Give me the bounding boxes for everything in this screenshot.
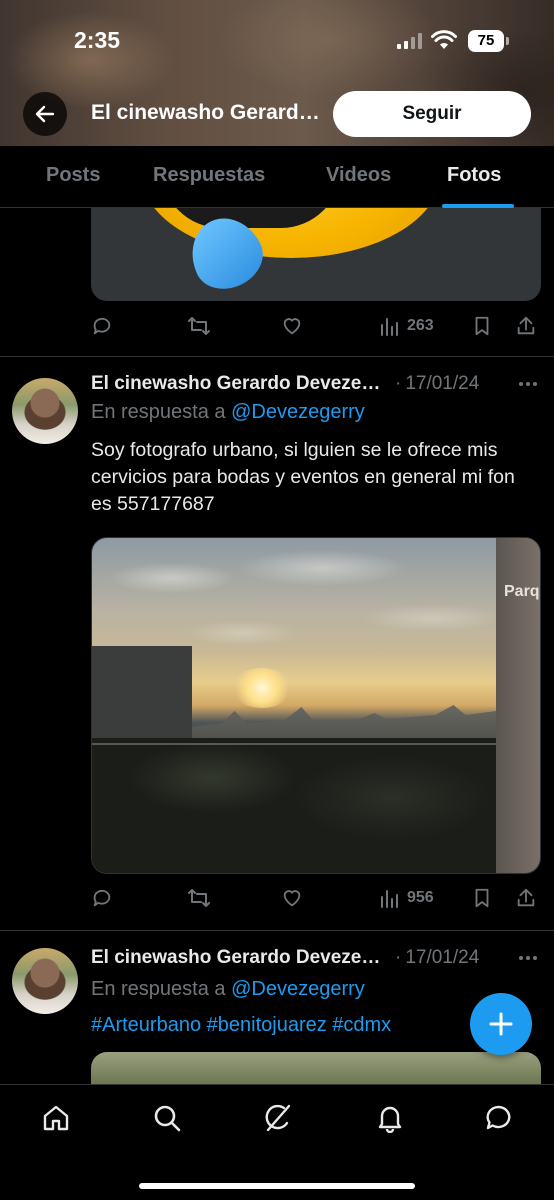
status-bar: 2:35 75 xyxy=(0,0,554,84)
home-indicator[interactable] xyxy=(139,1183,415,1189)
post-header: El cinewasho Gerardo Devezegerry · 17/01… xyxy=(91,944,479,972)
reply-prefix: En respuesta a xyxy=(91,978,226,1000)
heart-icon xyxy=(283,890,301,907)
signal-icon xyxy=(397,33,422,49)
avatar[interactable] xyxy=(12,948,78,1014)
battery-icon: 75 xyxy=(468,30,510,52)
photo-building-sign: Parqu xyxy=(504,583,540,600)
follow-button[interactable]: Seguir xyxy=(333,91,531,137)
reply-context: En respuesta a @Devezegerry xyxy=(91,401,365,424)
more-icon[interactable] xyxy=(516,372,540,396)
tab-photos[interactable]: Fotos xyxy=(447,164,501,187)
post-divider xyxy=(0,930,554,931)
photo-sun xyxy=(232,668,292,708)
avatar[interactable] xyxy=(12,378,78,444)
arrow-left-icon xyxy=(35,105,55,123)
nav-notifications[interactable] xyxy=(373,1101,407,1135)
post-date-separator: · xyxy=(395,373,402,394)
photo-building-left xyxy=(92,646,192,741)
status-time: 2:35 xyxy=(74,27,121,53)
post-photo[interactable]: Parqu xyxy=(91,537,541,874)
grok-icon xyxy=(265,1104,291,1132)
battery-level: 75 xyxy=(468,30,504,52)
bookmark-button[interactable] xyxy=(471,880,493,916)
bookmark-icon xyxy=(475,888,489,908)
author-name[interactable]: El cinewasho Gerardo Devezegerry xyxy=(91,373,391,395)
post-actions: 263 xyxy=(91,308,541,344)
repost-icon xyxy=(188,317,210,335)
repost-button[interactable] xyxy=(187,308,211,344)
profile-tabs: Posts Respuestas Videos Fotos xyxy=(0,146,554,208)
reply-context: En respuesta a @Devezegerry xyxy=(91,978,365,1001)
post-date[interactable]: 17/01/24 xyxy=(405,373,479,395)
like-button[interactable] xyxy=(281,880,303,916)
views-button[interactable]: 263 xyxy=(379,308,434,344)
message-icon xyxy=(486,1105,511,1130)
nav-home[interactable] xyxy=(39,1101,73,1135)
post-photo[interactable] xyxy=(91,1052,541,1084)
search-icon xyxy=(154,1105,181,1132)
repost-icon xyxy=(188,889,210,907)
author-name[interactable]: El cinewasho Gerardo Devezegerry xyxy=(91,947,391,969)
reply-button[interactable] xyxy=(91,308,113,344)
wifi-icon xyxy=(431,30,457,49)
tab-replies[interactable]: Respuestas xyxy=(153,164,265,187)
heart-icon xyxy=(283,318,301,335)
tab-posts[interactable]: Posts xyxy=(46,164,100,187)
compose-button[interactable] xyxy=(470,993,532,1055)
nav-messages[interactable] xyxy=(482,1101,516,1135)
views-icon xyxy=(381,318,398,336)
reply-mention[interactable]: @Devezegerry xyxy=(231,401,365,423)
post-text: Soy fotografo urbano, si lguien se le of… xyxy=(91,439,515,515)
home-icon xyxy=(43,1105,69,1131)
reply-icon xyxy=(93,317,111,335)
share-button[interactable] xyxy=(515,880,537,916)
nav-search[interactable] xyxy=(150,1101,184,1135)
bookmark-button[interactable] xyxy=(471,308,493,344)
post-actions: 956 xyxy=(91,880,541,916)
plus-icon xyxy=(489,1012,513,1036)
share-button[interactable] xyxy=(515,308,537,344)
views-icon xyxy=(381,890,398,908)
like-button[interactable] xyxy=(281,308,303,344)
reply-button[interactable] xyxy=(91,880,113,916)
active-tab-indicator xyxy=(442,204,514,208)
post-date[interactable]: 17/01/24 xyxy=(405,947,479,969)
reply-prefix: En respuesta a xyxy=(91,401,226,423)
reply-mention[interactable]: @Devezegerry xyxy=(231,978,365,1000)
back-button[interactable] xyxy=(23,92,67,136)
views-count: 956 xyxy=(407,889,434,906)
views-count: 263 xyxy=(407,317,434,334)
photo-skyline xyxy=(192,705,496,743)
tab-videos[interactable]: Videos xyxy=(326,164,391,187)
post-divider xyxy=(0,356,554,357)
repost-button[interactable] xyxy=(187,880,211,916)
share-icon xyxy=(517,888,535,907)
views-button[interactable]: 956 xyxy=(379,880,434,916)
post-date-separator: · xyxy=(395,947,402,968)
reply-icon xyxy=(93,889,111,907)
bookmark-icon xyxy=(475,316,489,336)
post-header: El cinewasho Gerardo Devezegerry · 17/01… xyxy=(91,370,479,398)
photo-trees xyxy=(92,738,496,873)
feed[interactable]: 263 El cinewasho Gerardo Devezegerry · 1… xyxy=(0,208,554,1084)
profile-banner: 2:35 75 El cinewasho Gerardo Devezegerry… xyxy=(0,0,554,146)
profile-title: El cinewasho Gerardo Devezegerry xyxy=(91,101,321,124)
bell-icon xyxy=(378,1106,402,1133)
share-icon xyxy=(517,316,535,335)
nav-grok[interactable] xyxy=(260,1101,294,1135)
more-icon[interactable] xyxy=(516,946,540,970)
photo-glass-rail xyxy=(92,743,540,745)
post-media-emoji[interactable] xyxy=(91,208,541,301)
